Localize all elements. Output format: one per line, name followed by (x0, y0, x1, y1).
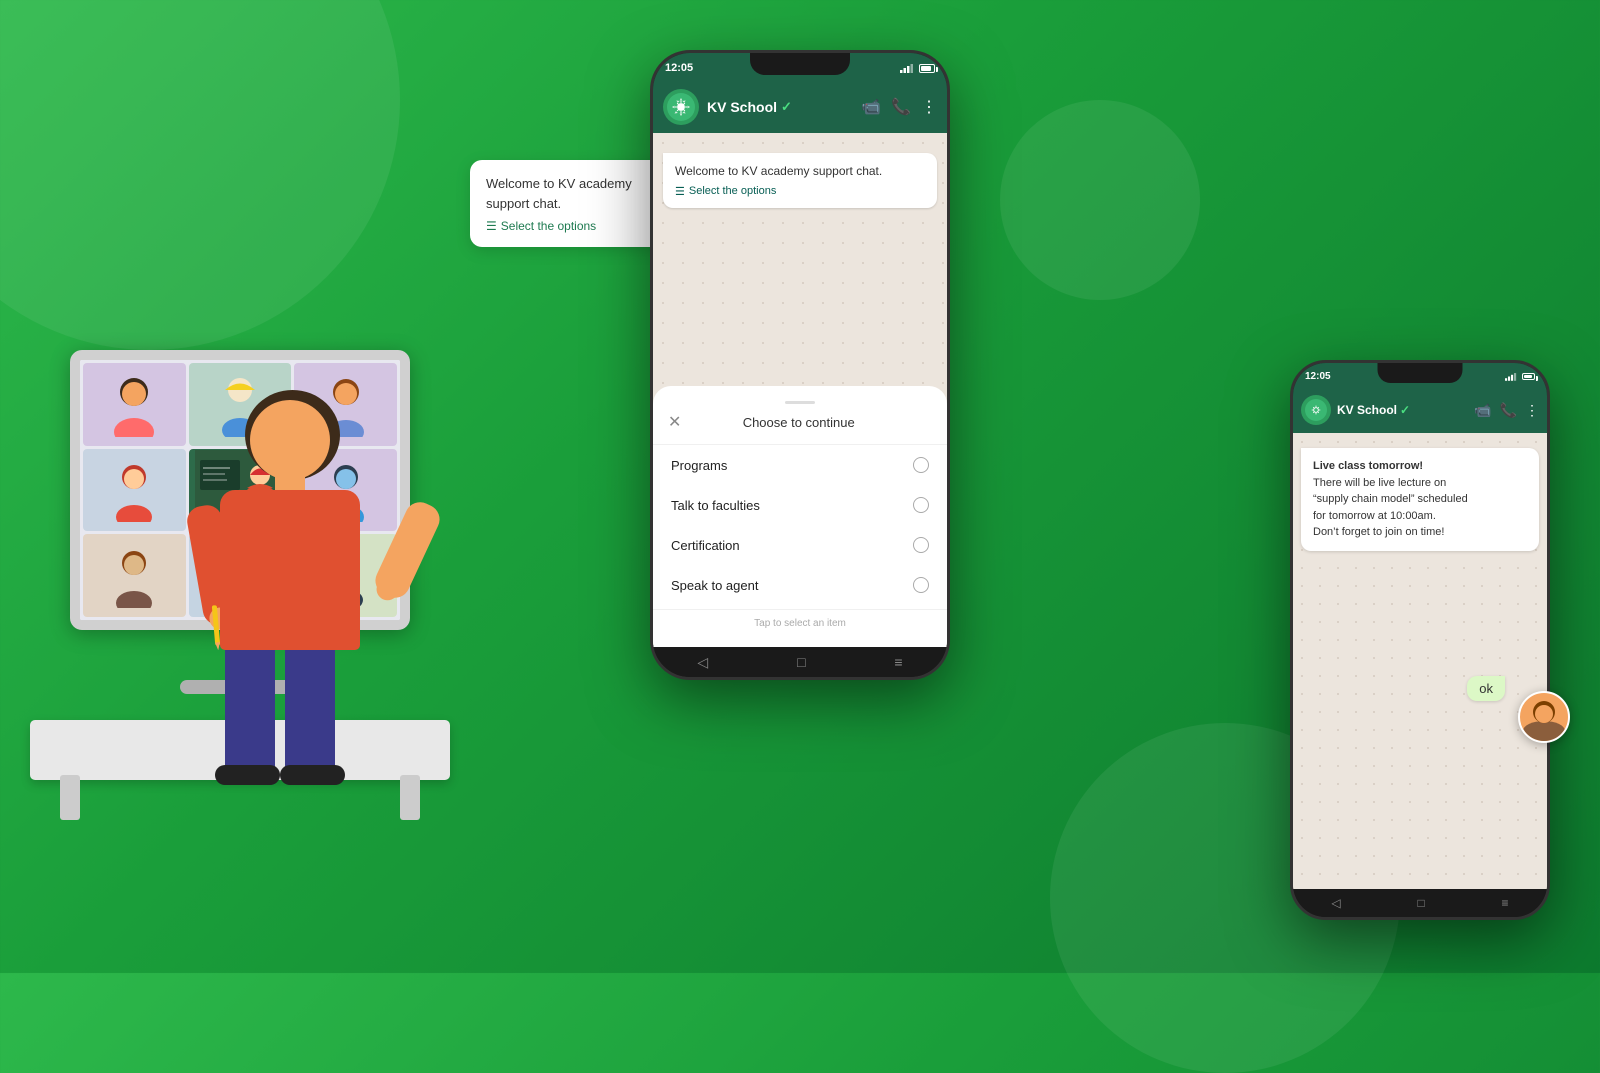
center-wa-avatar (663, 89, 699, 125)
welcome-message-bubble: Welcome to KV academy support chat. ☰ Se… (663, 153, 937, 208)
center-status-icons (900, 63, 935, 73)
choice-item-programs-label: Programs (671, 458, 727, 473)
desk-leg-right (400, 775, 420, 820)
list-options-icon: ☰ (675, 185, 685, 198)
verified-check-icon: ✓ (781, 99, 792, 115)
person-shoe-left (215, 765, 280, 785)
phone-center: 12:05 (650, 50, 950, 680)
phone-notch-right (1378, 363, 1463, 383)
right-phone-nav: ◁ □ ≡ (1293, 889, 1547, 917)
nav-home-button[interactable]: □ (797, 654, 805, 670)
choice-item-speak-to-agent[interactable]: Speak to agent (653, 565, 947, 605)
desk-leg-left (60, 775, 80, 820)
video-call-icon[interactable]: 📹 (861, 97, 881, 117)
right-wa-name: KV School ✓ (1337, 403, 1410, 417)
right-status-icons (1505, 372, 1535, 381)
center-wa-avatar-inner (667, 93, 695, 121)
notification-line5: Don’t forget to join on time! (1313, 526, 1444, 538)
right-nav-back[interactable]: ◁ (1331, 896, 1340, 910)
ok-reply-bubble: ok (1467, 676, 1505, 701)
choice-radio-speak[interactable] (913, 577, 929, 593)
person-illustration (180, 360, 430, 780)
notification-line2: There will be live lecture on (1313, 477, 1446, 489)
person-leg-right (285, 640, 335, 780)
nav-recent-button[interactable]: ≡ (894, 654, 902, 670)
center-phone-screen: Welcome to KV academy support chat. ☰ Se… (653, 133, 947, 647)
center-wa-name: KV School ✓ (707, 99, 853, 115)
right-wa-name-area: KV School ✓ (1337, 403, 1410, 417)
phone-right: 12:05 KV School (1290, 360, 1550, 920)
right-phone-call-icon[interactable]: 📞 (1500, 402, 1517, 419)
person-head (250, 400, 330, 480)
nav-back-button[interactable]: ◁ (697, 654, 708, 671)
choice-item-faculties-label: Talk to faculties (671, 498, 760, 513)
right-nav-home[interactable]: □ (1417, 896, 1424, 910)
person-torso (220, 490, 360, 650)
notification-bubble: Live class tomorrow! There will be live … (1301, 448, 1539, 551)
drag-handle (785, 401, 815, 404)
screen-cell-0 (83, 363, 186, 446)
user-avatar-head (1535, 705, 1553, 723)
choice-item-speak-label: Speak to agent (671, 578, 758, 593)
phone-call-icon[interactable]: 📞 (891, 97, 911, 117)
select-options-link[interactable]: ☰ Select the options (675, 185, 925, 198)
bg-decor-circle-3 (1000, 100, 1200, 300)
choice-header: ✕ Choose to continue (653, 412, 947, 445)
user-avatar-body (1523, 721, 1565, 741)
more-options-icon[interactable]: ⋮ (921, 97, 937, 117)
right-wa-avatar-inner (1305, 399, 1327, 421)
notification-line1: Live class tomorrow! (1313, 460, 1423, 472)
screen-cell-3 (83, 449, 186, 532)
choice-radio-certification[interactable] (913, 537, 929, 553)
choice-title: Choose to continue (743, 415, 855, 430)
notification-line3: “supply chain model” scheduled (1313, 493, 1468, 505)
center-wa-name-area: KV School ✓ (707, 99, 853, 115)
choice-item-faculties[interactable]: Talk to faculties (653, 485, 947, 525)
right-phone-screen: Live class tomorrow! There will be live … (1293, 433, 1547, 889)
right-video-call-icon[interactable]: 📹 (1474, 402, 1491, 419)
choice-item-certification-label: Certification (671, 538, 740, 553)
notification-line4: for tomorrow at 10:00am. (1313, 510, 1436, 522)
choice-sheet: ✕ Choose to continue Programs Talk to fa… (653, 386, 947, 647)
notification-text: Live class tomorrow! There will be live … (1313, 458, 1527, 541)
person-hand-right (373, 575, 402, 604)
choice-footer: Tap to select an item (653, 609, 947, 637)
right-more-options-icon[interactable]: ⋮ (1525, 402, 1539, 419)
user-avatar-bubble (1518, 691, 1570, 743)
choice-radio-programs[interactable] (913, 457, 929, 473)
gear-icon (670, 96, 692, 118)
phone-notch-center (750, 53, 850, 75)
speech-bubble-link[interactable]: ☰ Select the options (486, 219, 674, 233)
right-wa-action-icons: 📹 📞 ⋮ (1474, 402, 1539, 419)
bg-decor-circle-1 (0, 0, 400, 350)
center-status-time: 12:05 (665, 62, 693, 74)
choice-item-certification[interactable]: Certification (653, 525, 947, 565)
person-arm-right (371, 497, 445, 602)
right-gear-icon (1308, 402, 1324, 418)
right-wa-header: KV School ✓ 📹 📞 ⋮ (1293, 387, 1547, 433)
right-nav-recent[interactable]: ≡ (1502, 896, 1509, 910)
choice-close-button[interactable]: ✕ (668, 412, 681, 432)
signal-icon (900, 63, 914, 73)
list-icon: ☰ (486, 219, 497, 233)
center-phone-nav: ◁ □ ≡ (653, 647, 947, 677)
person-leg-left (225, 640, 275, 780)
battery-icon (919, 64, 935, 73)
right-chat-bg: Live class tomorrow! There will be live … (1293, 433, 1547, 889)
computer-illustration (30, 350, 450, 780)
choice-radio-faculties[interactable] (913, 497, 929, 513)
center-wa-header: KV School ✓ 📹 📞 ⋮ (653, 81, 947, 133)
center-wa-action-icons: 📹 📞 ⋮ (861, 97, 937, 117)
choice-item-programs[interactable]: Programs (653, 445, 947, 485)
right-status-time: 12:05 (1305, 371, 1331, 382)
speech-bubble-text: Welcome to KV academy support chat. (486, 174, 674, 213)
person-shoe-right (280, 765, 345, 785)
right-verified-check: ✓ (1400, 403, 1410, 417)
right-signal-icon (1505, 372, 1517, 381)
right-wa-avatar (1301, 395, 1331, 425)
screen-cell-6 (83, 534, 186, 617)
welcome-message-text: Welcome to KV academy support chat. (675, 163, 925, 180)
right-battery-icon (1522, 373, 1535, 380)
